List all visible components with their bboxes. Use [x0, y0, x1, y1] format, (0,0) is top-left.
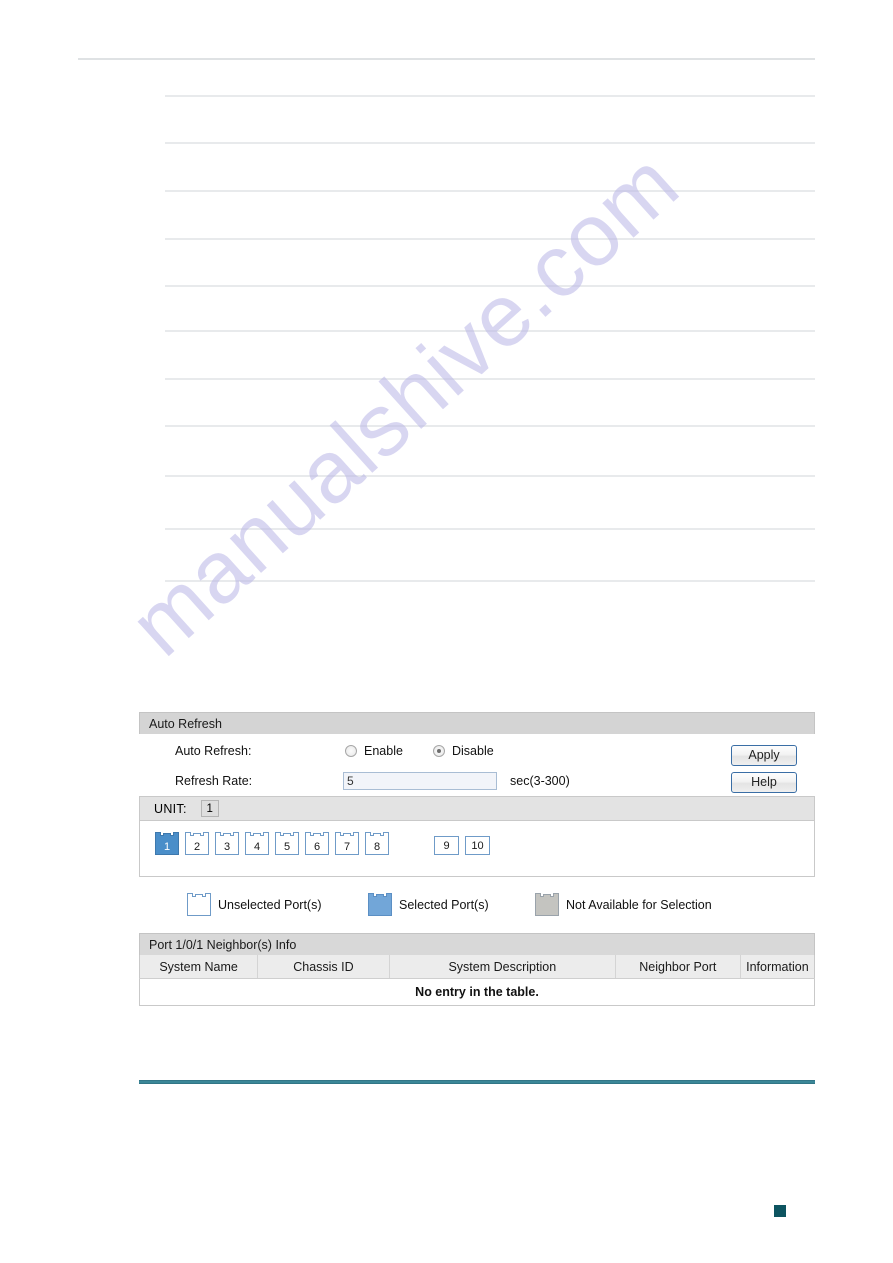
- table-header-row: System Name Chassis ID System Description N…: [139, 955, 815, 979]
- port-number-label: 2: [193, 841, 201, 853]
- document-rules: [0, 0, 893, 620]
- auto-refresh-label: Auto Refresh:: [175, 744, 252, 758]
- rj45-port-group: 1 2 3 4 5 6 7 8: [155, 832, 395, 855]
- port-number-label: 4: [253, 841, 261, 853]
- table-column-header: System Name: [139, 955, 259, 979]
- legend-selected-label: Selected Port(s): [399, 897, 489, 912]
- document-rule: [165, 378, 815, 380]
- port-number-label: 9: [443, 840, 450, 852]
- table-empty-message: No entry in the table.: [139, 978, 815, 1006]
- legend-selected: Selected Port(s): [368, 893, 489, 916]
- port-1[interactable]: 1: [155, 832, 179, 855]
- document-rule: [165, 580, 815, 582]
- port-5[interactable]: 5: [275, 832, 299, 855]
- auto-refresh-enable-radio[interactable]: Enable: [345, 744, 403, 758]
- port-7[interactable]: 7: [335, 832, 359, 855]
- auto-refresh-panel-title: Auto Refresh: [149, 717, 222, 731]
- unit-selector-bar: UNIT: 1: [139, 796, 815, 820]
- port-number-label: 10: [471, 840, 484, 852]
- port-number-label: 1: [163, 841, 171, 853]
- neighbor-info-panel-title: Port 1/0/1 Neighbor(s) Info: [149, 938, 297, 952]
- page-corner-marker: [774, 1205, 786, 1217]
- table-column-header: Chassis ID: [257, 955, 390, 979]
- unavailable-port-icon: [535, 893, 559, 916]
- document-rule: [165, 528, 815, 530]
- port-6[interactable]: 6: [305, 832, 329, 855]
- auto-refresh-disable-radio[interactable]: Disable: [433, 744, 494, 758]
- document-rule: [165, 285, 815, 287]
- radio-unchecked-icon: [345, 745, 357, 757]
- refresh-rate-label: Refresh Rate:: [175, 774, 253, 788]
- legend-unselected-label: Unselected Port(s): [218, 897, 322, 912]
- table-empty-row: No entry in the table.: [139, 978, 815, 1006]
- auto-refresh-disable-label: Disable: [452, 744, 494, 758]
- footer-accent-rule: [139, 1080, 815, 1084]
- unselected-port-icon: [187, 893, 211, 916]
- legend-unavailable: Not Available for Selection: [535, 893, 712, 916]
- port-number-label: 5: [283, 841, 291, 853]
- auto-refresh-panel-header: Auto Refresh: [139, 712, 815, 734]
- radio-checked-icon: [433, 745, 445, 757]
- port-number-label: 8: [373, 841, 381, 853]
- selected-port-icon: [368, 893, 392, 916]
- document-rule: [165, 425, 815, 427]
- document-rule: [165, 95, 815, 97]
- document-rule: [165, 190, 815, 192]
- auto-refresh-enable-label: Enable: [364, 744, 403, 758]
- document-rule: [78, 58, 815, 60]
- port-4[interactable]: 4: [245, 832, 269, 855]
- port-2[interactable]: 2: [185, 832, 209, 855]
- port-number-label: 7: [343, 841, 351, 853]
- unit-label: UNIT:: [154, 801, 187, 816]
- table-column-header: Information: [740, 955, 815, 979]
- port-8[interactable]: 8: [365, 832, 389, 855]
- port-10[interactable]: 10: [465, 836, 490, 855]
- apply-button[interactable]: Apply: [731, 745, 797, 766]
- neighbor-info-table: System Name Chassis ID System Description N…: [139, 955, 815, 1006]
- refresh-rate-input[interactable]: [343, 772, 497, 790]
- legend-unavailable-label: Not Available for Selection: [566, 897, 712, 912]
- neighbor-info-panel-header: Port 1/0/1 Neighbor(s) Info: [139, 933, 815, 955]
- document-rule: [165, 330, 815, 332]
- legend-unselected: Unselected Port(s): [187, 893, 322, 916]
- document-rule: [165, 475, 815, 477]
- refresh-rate-unit: sec(3-300): [510, 774, 570, 788]
- table-column-header: Neighbor Port: [615, 955, 741, 979]
- unit-value-box[interactable]: 1: [200, 800, 219, 817]
- auto-refresh-panel-body: Auto Refresh: Enable Disable Refresh Rat…: [139, 734, 815, 796]
- port-legend: Unselected Port(s) Selected Port(s) Not …: [139, 893, 815, 933]
- port-map: 1 2 3 4 5 6 7 8 9 10: [139, 820, 815, 877]
- port-number-label: 6: [313, 841, 321, 853]
- port-number-label: 3: [223, 841, 231, 853]
- document-rule: [165, 238, 815, 240]
- document-rule: [165, 142, 815, 144]
- table-column-header: System Description: [389, 955, 616, 979]
- port-3[interactable]: 3: [215, 832, 239, 855]
- sfp-port-group: 9 10: [434, 834, 496, 855]
- help-button[interactable]: Help: [731, 772, 797, 793]
- port-9[interactable]: 9: [434, 836, 459, 855]
- switch-web-ui: Auto Refresh Auto Refresh: Enable Disabl…: [139, 712, 815, 1006]
